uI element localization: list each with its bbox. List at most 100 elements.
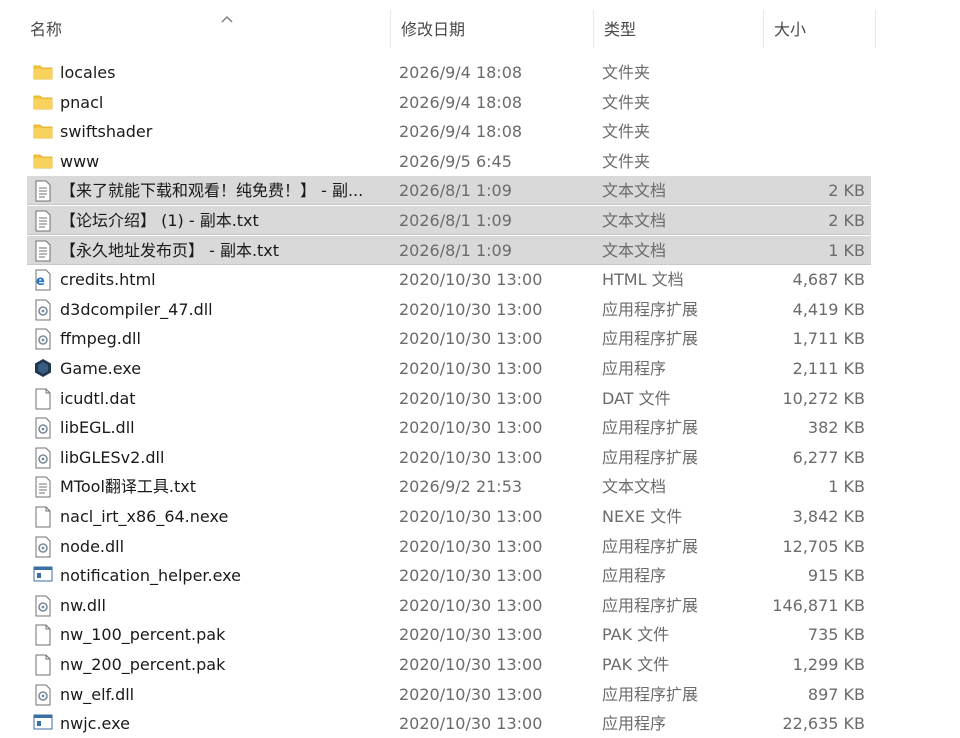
file-modified-date: 2020/10/30 13:00 — [399, 684, 543, 704]
file-row[interactable]: libGLESv2.dll 2020/10/30 13:00 应用程序扩展 6,… — [27, 443, 871, 472]
file-row[interactable]: nwjc.exe 2020/10/30 13:00 应用程序 22,635 KB — [27, 709, 871, 738]
file-type: 文件夹 — [602, 122, 651, 142]
column-header-type[interactable]: 类型 — [593, 10, 763, 48]
dll-file-icon — [33, 536, 53, 558]
file-name: pnacl — [60, 92, 104, 112]
file-row[interactable]: 【论坛介绍】 (1) - 副本.txt 2026/8/1 1:09 文本文档 2… — [27, 206, 871, 235]
html-file-icon: e — [33, 269, 53, 291]
file-row[interactable]: nacl_irt_x86_64.nexe 2020/10/30 13:00 NE… — [27, 502, 871, 531]
dll-file-icon — [33, 447, 53, 469]
file-name: nw.dll — [60, 595, 106, 615]
file-row[interactable]: 【永久地址发布页】 - 副本.txt 2026/8/1 1:09 文本文档 1 … — [27, 235, 871, 265]
column-header-size[interactable]: 大小 — [763, 10, 876, 48]
file-type: 文本文档 — [602, 240, 667, 260]
file-modified-date: 2026/8/1 1:09 — [399, 211, 512, 230]
file-name: 【永久地址发布页】 - 副本.txt — [60, 240, 280, 260]
file-type: 应用程序扩展 — [602, 329, 699, 349]
file-type: 应用程序 — [602, 714, 667, 734]
file-size: 22,635 KB — [782, 714, 865, 734]
file-type: 文件夹 — [602, 151, 651, 171]
file-type: HTML 文档 — [602, 270, 684, 290]
file-name: locales — [60, 63, 116, 82]
file-size: 2,111 KB — [792, 359, 865, 378]
file-modified-date: 2026/9/4 18:08 — [399, 92, 523, 112]
file-size: 12,705 KB — [782, 536, 865, 556]
file-modified-date: 2020/10/30 13:00 — [399, 299, 543, 319]
file-size: 4,687 KB — [792, 270, 865, 290]
file-row[interactable]: swiftshader 2026/9/4 18:08 文件夹 — [27, 117, 871, 146]
file-type: 应用程序 — [602, 359, 667, 378]
file-modified-date: 2020/10/30 13:00 — [399, 329, 543, 349]
file-name: nw_elf.dll — [60, 684, 135, 704]
file-modified-date: 2020/10/30 13:00 — [399, 270, 543, 290]
file-type: 应用程序扩展 — [602, 536, 699, 556]
file-modified-date: 2026/8/1 1:09 — [399, 181, 512, 201]
file-type: DAT 文件 — [602, 388, 671, 408]
file-modified-date: 2026/9/5 6:45 — [399, 151, 512, 171]
column-header-name[interactable]: 名称 — [20, 10, 390, 48]
file-name: MTool翻译工具.txt — [60, 477, 196, 497]
dll-file-icon — [33, 328, 53, 350]
file-row[interactable]: e credits.html 2020/10/30 13:00 HTML 文档 … — [27, 265, 871, 294]
file-row[interactable]: d3dcompiler_47.dll 2020/10/30 13:00 应用程序… — [27, 295, 871, 324]
file-name: swiftshader — [60, 122, 153, 142]
file-row[interactable]: locales 2026/9/4 18:08 文件夹 — [27, 58, 871, 87]
file-modified-date: 2026/8/1 1:09 — [399, 240, 512, 260]
file-name: credits.html — [60, 270, 156, 290]
folder-icon — [33, 62, 53, 84]
file-row[interactable]: libEGL.dll 2020/10/30 13:00 应用程序扩展 382 K… — [27, 413, 871, 442]
file-row[interactable]: nw_100_percent.pak 2020/10/30 13:00 PAK … — [27, 620, 871, 649]
file-name: icudtl.dat — [60, 388, 136, 408]
file-size: 2 KB — [828, 211, 865, 230]
file-type: 应用程序扩展 — [602, 595, 699, 615]
file-name: libGLESv2.dll — [60, 447, 165, 467]
file-type: 应用程序 — [602, 566, 667, 586]
file-modified-date: 2020/10/30 13:00 — [399, 595, 543, 615]
file-row[interactable]: pnacl 2026/9/4 18:08 文件夹 — [27, 88, 871, 117]
file-type: NEXE 文件 — [602, 507, 683, 526]
file-modified-date: 2020/10/30 13:00 — [399, 507, 543, 526]
column-header-bar: 名称 修改日期 类型 大小 — [0, 0, 960, 48]
file-row[interactable]: MTool翻译工具.txt 2026/9/2 21:53 文本文档 1 KB — [27, 472, 871, 501]
file-name: d3dcompiler_47.dll — [60, 299, 213, 319]
game-exe-icon — [33, 358, 53, 380]
folder-icon — [33, 92, 53, 114]
file-row[interactable]: www 2026/9/5 6:45 文件夹 — [27, 147, 871, 176]
file-row[interactable]: Game.exe 2020/10/30 13:00 应用程序 2,111 KB — [27, 354, 871, 383]
blank-file-icon — [33, 654, 53, 676]
file-size: 915 KB — [807, 566, 865, 586]
file-modified-date: 2020/10/30 13:00 — [399, 714, 543, 734]
file-row[interactable]: notification_helper.exe 2020/10/30 13:00… — [27, 561, 871, 590]
blank-file-icon — [33, 388, 53, 410]
file-row[interactable]: nw_elf.dll 2020/10/30 13:00 应用程序扩展 897 K… — [27, 680, 871, 709]
column-header-date[interactable]: 修改日期 — [390, 10, 593, 48]
column-header-date-label: 修改日期 — [401, 20, 466, 39]
file-explorer-list: 名称 修改日期 类型 大小 locales 2026/9/4 18:08 文件夹… — [0, 0, 960, 733]
file-type: PAK 文件 — [602, 655, 670, 674]
file-type: 文本文档 — [602, 181, 667, 201]
file-modified-date: 2020/10/30 13:00 — [399, 536, 543, 556]
file-row[interactable]: icudtl.dat 2020/10/30 13:00 DAT 文件 10,27… — [27, 384, 871, 413]
file-modified-date: 2026/9/2 21:53 — [399, 477, 523, 497]
file-row[interactable]: node.dll 2020/10/30 13:00 应用程序扩展 12,705 … — [27, 532, 871, 561]
dll-file-icon — [33, 684, 53, 706]
file-modified-date: 2020/10/30 13:00 — [399, 418, 543, 438]
dll-file-icon — [33, 417, 53, 439]
file-size: 2 KB — [828, 181, 865, 201]
file-row[interactable]: 【来了就能下载和观看！纯免费！】 - 副... 2026/8/1 1:09 文本… — [27, 176, 871, 206]
file-modified-date: 2020/10/30 13:00 — [399, 655, 543, 674]
file-size: 6,277 KB — [792, 447, 865, 467]
exe-window-icon — [33, 713, 53, 735]
file-row[interactable]: nw_200_percent.pak 2020/10/30 13:00 PAK … — [27, 650, 871, 679]
file-size — [765, 88, 865, 117]
file-modified-date: 2020/10/30 13:00 — [399, 359, 543, 378]
file-size: 1,711 KB — [792, 329, 865, 349]
file-size: 10,272 KB — [782, 388, 865, 408]
text-document-icon — [33, 476, 53, 498]
file-modified-date: 2026/9/4 18:08 — [399, 63, 523, 82]
file-row[interactable]: nw.dll 2020/10/30 13:00 应用程序扩展 146,871 K… — [27, 591, 871, 620]
text-document-icon — [33, 180, 53, 202]
exe-window-icon — [33, 565, 53, 587]
file-modified-date: 2020/10/30 13:00 — [399, 388, 543, 408]
file-row[interactable]: ffmpeg.dll 2020/10/30 13:00 应用程序扩展 1,711… — [27, 324, 871, 353]
